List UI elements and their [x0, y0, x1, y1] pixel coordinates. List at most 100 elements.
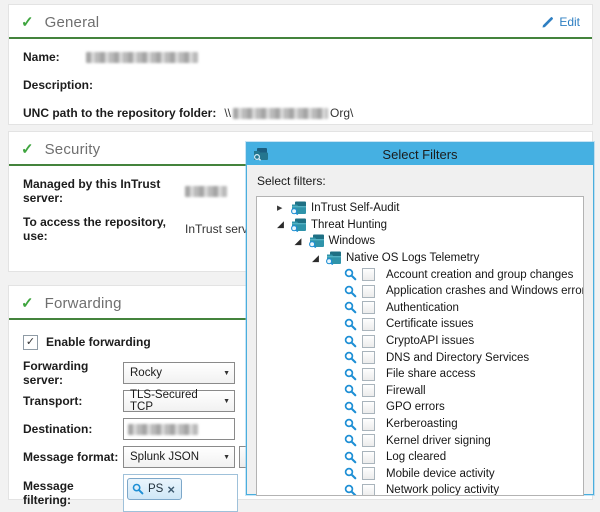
message-format-label: Message format:	[23, 450, 123, 464]
dialog-titlebar[interactable]: Select Filters	[247, 143, 593, 165]
filters-dialog-icon	[253, 147, 269, 161]
filter-checkbox[interactable]	[362, 384, 375, 397]
unc-path-redacted-value	[233, 108, 328, 119]
filter-folder-icon	[290, 201, 307, 215]
tree-folder-row[interactable]: ▶InTrust Self-Audit	[257, 200, 583, 217]
tree-filter-row[interactable]: DNS and Directory Services	[257, 349, 583, 366]
tree-filter-row[interactable]: Kerberoasting	[257, 416, 583, 433]
access-method-label: To access the repository, use:	[23, 215, 185, 243]
forwarding-server-dropdown[interactable]: Rocky ▼	[123, 362, 235, 384]
description-field-row: Description:	[23, 78, 578, 92]
filter-folder-icon	[308, 234, 325, 248]
name-field-row: Name:	[23, 50, 578, 64]
name-label: Name:	[23, 50, 86, 64]
tree-folder-label: Native OS Logs Telemetry	[346, 252, 479, 264]
tree-filter-row[interactable]: GPO errors	[257, 399, 583, 416]
filter-magnifier-icon	[344, 268, 357, 281]
tree-filter-row[interactable]: File share access	[257, 366, 583, 383]
chevron-down-icon: ▼	[223, 370, 230, 377]
filter-magnifier-icon	[344, 434, 357, 447]
filter-chip-label: PS	[148, 483, 163, 495]
collapse-icon[interactable]: ◢	[295, 237, 308, 246]
filter-checkbox[interactable]	[362, 434, 375, 447]
edit-general-link[interactable]: Edit	[542, 15, 580, 29]
filter-magnifier-icon	[344, 384, 357, 397]
collapse-icon[interactable]: ◢	[312, 254, 325, 263]
transport-value: TLS-Secured TCP	[130, 389, 219, 413]
tree-filter-row[interactable]: Certificate issues	[257, 316, 583, 333]
filter-checkbox[interactable]	[362, 451, 375, 464]
filter-checkbox[interactable]	[362, 285, 375, 298]
destination-label: Destination:	[23, 422, 123, 436]
tree-filter-label: Application crashes and Windows error re…	[386, 285, 584, 297]
tree-filter-label: Account creation and group changes	[386, 269, 573, 281]
forwarding-server-label: Forwarding server:	[23, 359, 123, 387]
filter-checkbox[interactable]	[362, 301, 375, 314]
tree-filter-label: Firewall	[386, 385, 426, 397]
tree-filter-row[interactable]: Log cleared	[257, 449, 583, 466]
transport-dropdown[interactable]: TLS-Secured TCP ▼	[123, 390, 235, 412]
name-redacted-value	[86, 52, 198, 63]
filter-magnifier-icon	[344, 335, 357, 348]
check-icon: ✓	[21, 15, 34, 30]
filter-checkbox[interactable]	[362, 351, 375, 364]
filter-checkbox[interactable]	[362, 318, 375, 331]
unc-path-prefix: \\	[224, 106, 231, 120]
unc-path-field-row: UNC path to the repository folder: \\ Or…	[23, 106, 578, 120]
tree-filter-label: Authentication	[386, 302, 459, 314]
collapse-icon[interactable]: ◢	[277, 220, 290, 229]
filter-magnifier-icon	[344, 368, 357, 381]
destination-redacted-value	[128, 424, 198, 435]
tree-filter-row[interactable]: Kernel driver signing	[257, 432, 583, 449]
filter-checkbox[interactable]	[362, 368, 375, 381]
message-filtering-label: Message filtering:	[23, 479, 123, 507]
description-label: Description:	[23, 78, 93, 92]
general-section-header: ✓ General Edit	[9, 5, 592, 39]
tree-filter-label: Network policy activity	[386, 484, 499, 496]
filter-checkbox[interactable]	[362, 484, 375, 496]
tree-filter-row[interactable]: CryptoAPI issues	[257, 333, 583, 350]
tree-folder-label: Threat Hunting	[311, 219, 387, 231]
filter-chip[interactable]: PS ×	[127, 478, 182, 500]
tree-filter-row[interactable]: Authentication	[257, 300, 583, 317]
message-format-dropdown[interactable]: Splunk JSON ▼	[123, 446, 235, 468]
select-filters-label: Select filters:	[257, 174, 583, 188]
filter-folder-icon	[325, 251, 342, 265]
dialog-title: Select Filters	[247, 147, 593, 162]
tree-filter-label: Certificate issues	[386, 318, 474, 330]
tree-filter-row[interactable]: Mobile device activity	[257, 466, 583, 483]
tree-folder-row[interactable]: ◢ Threat Hunting	[257, 217, 583, 234]
magnifier-icon	[132, 483, 144, 495]
section-title-security: Security	[45, 141, 101, 158]
unc-path-label: UNC path to the repository folder:	[23, 106, 216, 120]
filter-magnifier-icon	[344, 484, 357, 496]
tree-filter-row[interactable]: Application crashes and Windows error re…	[257, 283, 583, 300]
expand-icon[interactable]: ▶	[277, 205, 290, 212]
general-section-body: Name: Description: UNC path to the repos…	[9, 39, 592, 120]
filter-magnifier-icon	[344, 418, 357, 431]
chevron-down-icon: ▼	[223, 454, 230, 461]
tree-folder-label: Windows	[329, 235, 376, 247]
tree-filter-label: GPO errors	[386, 401, 445, 413]
filter-checkbox[interactable]	[362, 335, 375, 348]
filter-magnifier-icon	[344, 451, 357, 464]
enable-forwarding-checkbox[interactable]: ✓	[23, 335, 38, 350]
tree-filter-row[interactable]: Firewall	[257, 383, 583, 400]
filter-checkbox[interactable]	[362, 418, 375, 431]
unc-path-suffix: Org\	[330, 106, 353, 120]
tree-filter-label: Log cleared	[386, 451, 446, 463]
tree-folder-row[interactable]: ◢ Windows	[257, 233, 583, 250]
tree-filter-row[interactable]: Account creation and group changes	[257, 266, 583, 283]
destination-input[interactable]	[123, 418, 235, 440]
general-section: ✓ General Edit Name: Description: UNC pa…	[8, 4, 593, 125]
filter-checkbox[interactable]	[362, 268, 375, 281]
filter-folder-icon	[290, 218, 307, 232]
message-filtering-box[interactable]: PS ×	[123, 474, 238, 512]
filter-checkbox[interactable]	[362, 467, 375, 480]
check-icon: ✓	[21, 296, 34, 311]
tree-folder-row[interactable]: ◢ Native OS Logs Telemetry	[257, 250, 583, 267]
check-icon: ✓	[21, 142, 34, 157]
filter-magnifier-icon	[344, 301, 357, 314]
filter-checkbox[interactable]	[362, 401, 375, 414]
tree-filter-label: DNS and Directory Services	[386, 352, 529, 364]
